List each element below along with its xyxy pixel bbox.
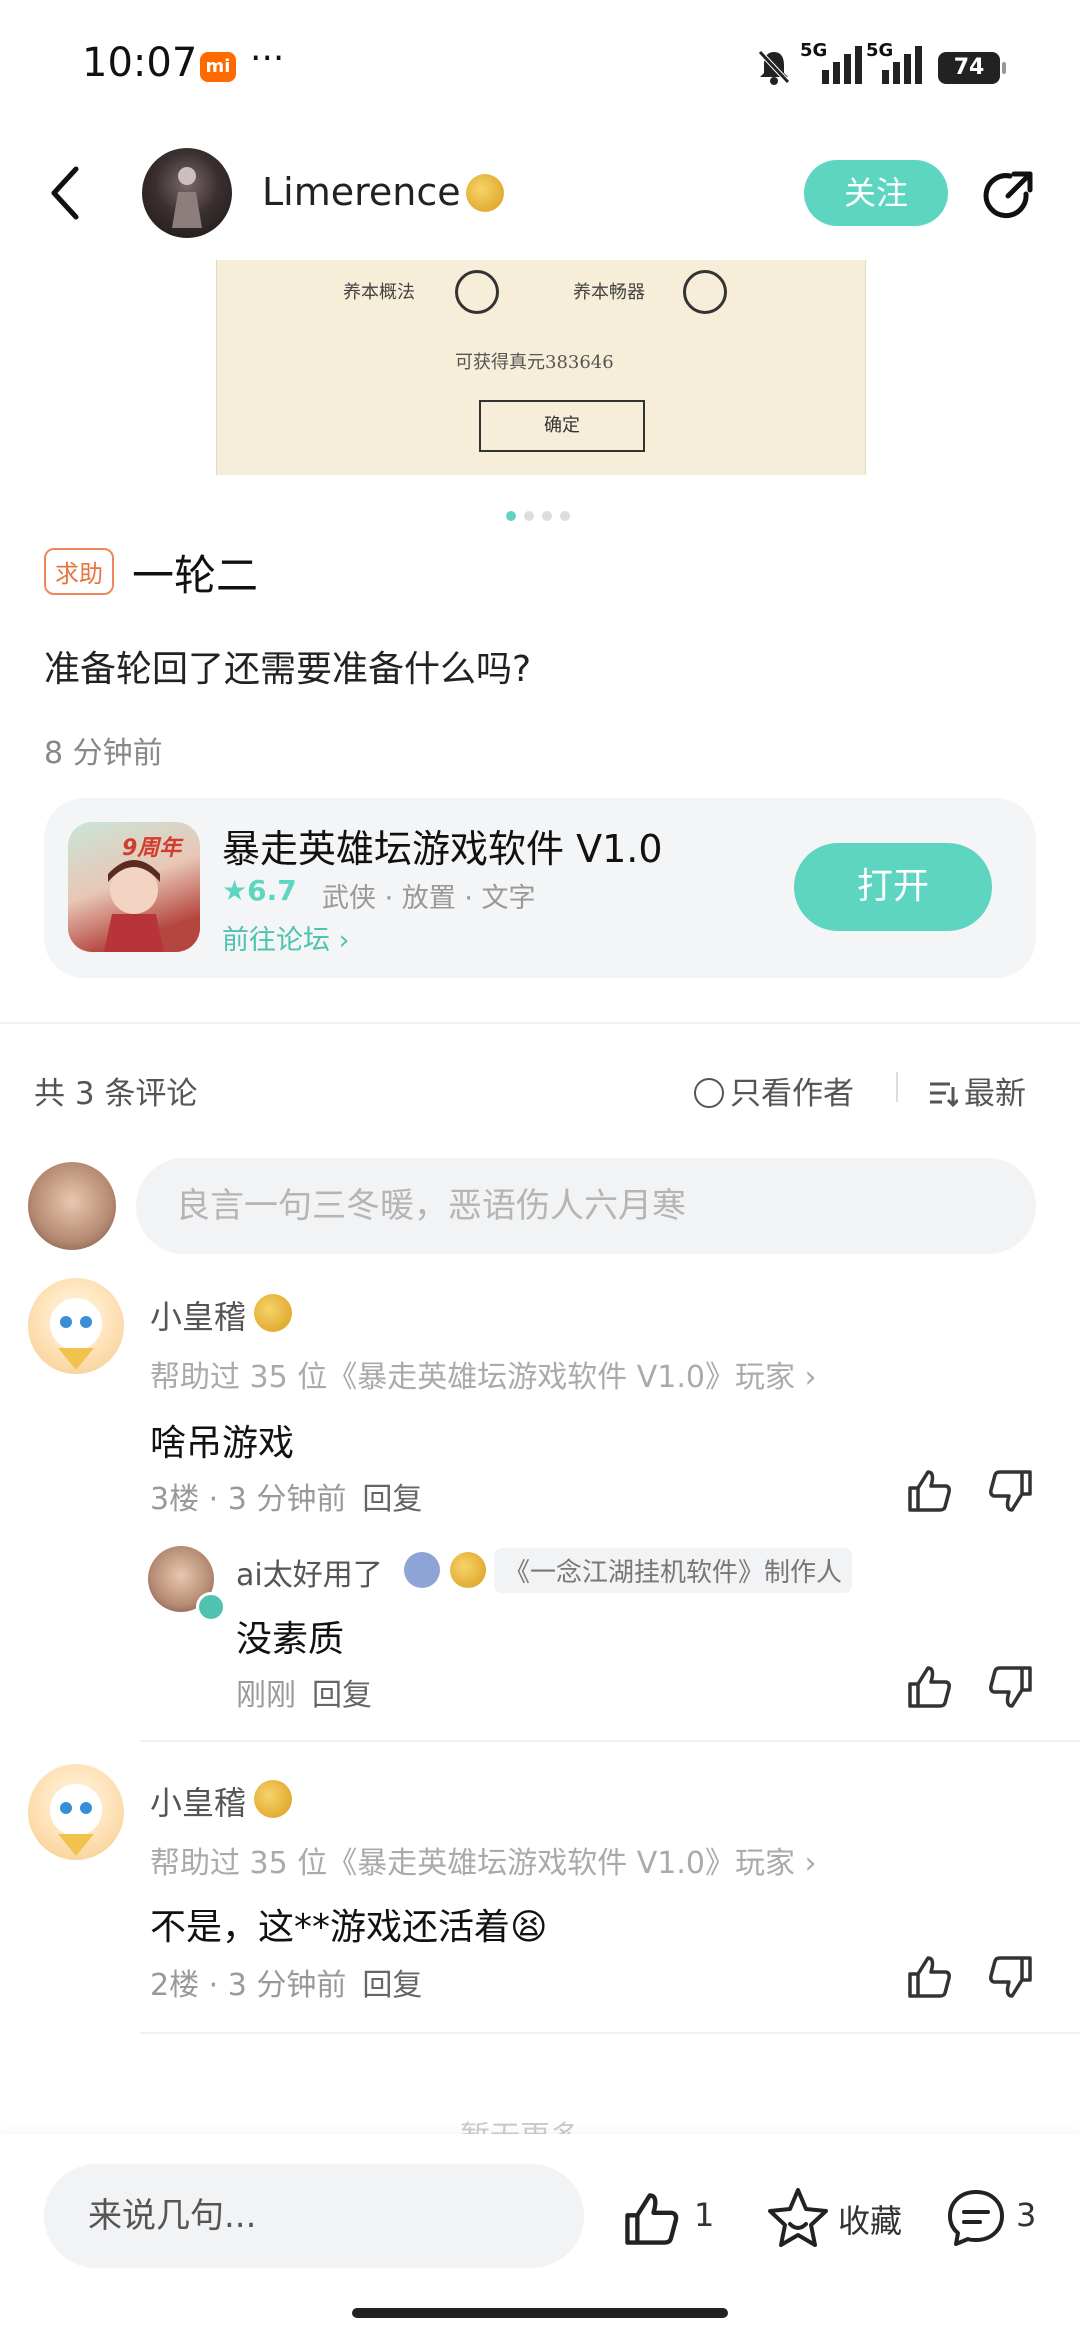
signal-icon-2 xyxy=(882,46,922,84)
home-indicator xyxy=(352,2308,728,2318)
thumb-down-icon[interactable] xyxy=(986,1662,1036,1712)
go-to-forum-link[interactable]: 前往论坛 › xyxy=(222,918,349,957)
post-time: 8 分钟前 xyxy=(44,736,163,771)
reply-button[interactable]: 回复 xyxy=(362,1482,422,1517)
comment-floor-time: 2楼 · 3 分钟前 xyxy=(150,1968,347,2003)
author-name[interactable]: Limerence xyxy=(262,170,461,214)
mascot-figure xyxy=(50,1298,102,1370)
sort-latest-button[interactable]: 最新 xyxy=(928,1068,1026,1113)
game-name[interactable]: 暴走英雄坛游戏软件 V1.0 xyxy=(222,818,663,873)
image-confirm-box: 确定 xyxy=(479,400,645,452)
post-image[interactable]: 养本概法 养本畅器 可获得真元383646 确定 xyxy=(216,260,866,475)
follow-button[interactable]: 关注 xyxy=(804,160,948,226)
comment-meta: 2楼 · 3 分钟前 回复 xyxy=(150,1960,422,2004)
reply-button[interactable]: 回复 xyxy=(312,1678,372,1713)
commenter-help-info[interactable]: 帮助过 35 位《暴走英雄坛游戏软件 V1.0》玩家 › xyxy=(150,1838,817,1882)
image-reward-text: 可获得真元383646 xyxy=(455,352,614,373)
collect-label[interactable]: 收藏 xyxy=(838,2196,902,2242)
post-title: 一轮二 xyxy=(132,551,259,600)
image-radio-2 xyxy=(683,270,727,314)
mascot-figure xyxy=(50,1784,102,1856)
comment-bubble-icon[interactable] xyxy=(944,2186,1008,2250)
author-avatar[interactable] xyxy=(142,148,232,238)
comment-count: 共 3 条评论 xyxy=(34,1076,198,1112)
sort-icon xyxy=(930,1082,960,1108)
verified-check-icon xyxy=(196,1592,226,1622)
comment-text: 不是，这**游戏还活着😫 xyxy=(150,1907,548,1948)
thumb-down-icon[interactable] xyxy=(986,1466,1036,1516)
comment-text: 啥吊游戏 xyxy=(150,1423,295,1464)
mi-app-icon: mi xyxy=(200,52,236,82)
game-rating: ★6.7 xyxy=(222,874,297,907)
replier-name[interactable]: ai太好用了 xyxy=(236,1550,383,1594)
signal-icon xyxy=(822,46,862,84)
like-icon[interactable] xyxy=(620,2188,682,2250)
only-author-toggle[interactable]: 只看作者 xyxy=(694,1068,854,1113)
reply-button[interactable]: 回复 xyxy=(362,1968,422,2003)
creator-tag: 《一念江湖挂机软件》制作人 xyxy=(494,1548,853,1593)
reply-meta: 刚刚 回复 xyxy=(236,1670,372,1714)
level-badge-icon xyxy=(466,174,504,212)
help-tag: 求助 xyxy=(44,548,114,595)
bell-muted-icon xyxy=(758,50,790,85)
carousel-dots xyxy=(506,506,578,525)
section-divider xyxy=(0,1022,1080,1024)
my-avatar xyxy=(28,1162,116,1250)
thumb-up-icon[interactable] xyxy=(904,1466,954,1516)
commenter-help-info[interactable]: 帮助过 35 位《暴走英雄坛游戏软件 V1.0》玩家 › xyxy=(150,1352,817,1396)
comment-floor-time: 3楼 · 3 分钟前 xyxy=(150,1482,347,1517)
game-app-icon[interactable]: 9周年 xyxy=(68,822,200,952)
level-badge-icon xyxy=(254,1780,292,1818)
sort-latest-label: 最新 xyxy=(964,1076,1026,1112)
thumb-up-icon[interactable] xyxy=(904,1952,954,2002)
radio-circle-icon xyxy=(694,1078,724,1108)
author-avatar-figure xyxy=(172,167,202,228)
commenter-name[interactable]: 小皇稽 xyxy=(150,1292,246,1338)
open-game-button[interactable]: 打开 xyxy=(794,843,992,931)
say-something-input[interactable]: 来说几句... xyxy=(44,2164,584,2268)
commenter-name[interactable]: 小皇稽 xyxy=(150,1778,246,1824)
comment-total: 3 xyxy=(1016,2196,1037,2234)
image-radio-1 xyxy=(455,270,499,314)
post-body: 准备轮回了还需要准备什么吗? xyxy=(44,649,532,690)
share-icon[interactable] xyxy=(980,168,1036,224)
robot-badge-icon xyxy=(404,1552,440,1588)
comment-input[interactable]: 良言一句三冬暖，恶语伤人六月寒 xyxy=(136,1158,1036,1254)
image-option-1: 养本概法 xyxy=(343,282,415,303)
game-tags: 武侠 · 放置 · 文字 xyxy=(322,883,536,914)
like-count: 1 xyxy=(694,2196,715,2234)
comment-meta: 3楼 · 3 分钟前 回复 xyxy=(150,1474,422,1518)
header-separator xyxy=(896,1072,898,1102)
image-option-2: 养本畅器 xyxy=(573,282,645,303)
battery-indicator: 74 xyxy=(938,52,1006,84)
comment-divider xyxy=(140,2032,1080,2034)
comment-divider xyxy=(140,1740,1080,1742)
thumb-up-icon[interactable] xyxy=(904,1662,954,1712)
level-badge-icon xyxy=(254,1294,292,1332)
more-notifications-icon: ··· xyxy=(250,38,285,79)
commenter-avatar[interactable] xyxy=(28,1764,124,1860)
status-time: 10:07 xyxy=(82,40,198,86)
back-arrow-icon[interactable] xyxy=(50,165,80,221)
level-badge-icon xyxy=(450,1552,486,1588)
reply-time: 刚刚 xyxy=(236,1678,296,1713)
game-icon-character xyxy=(104,860,164,952)
commenter-avatar[interactable] xyxy=(28,1278,124,1374)
thumb-down-icon[interactable] xyxy=(986,1952,1036,2002)
reply-text: 没素质 xyxy=(236,1619,345,1660)
only-author-label: 只看作者 xyxy=(730,1076,854,1112)
collect-star-icon[interactable] xyxy=(766,2186,830,2250)
